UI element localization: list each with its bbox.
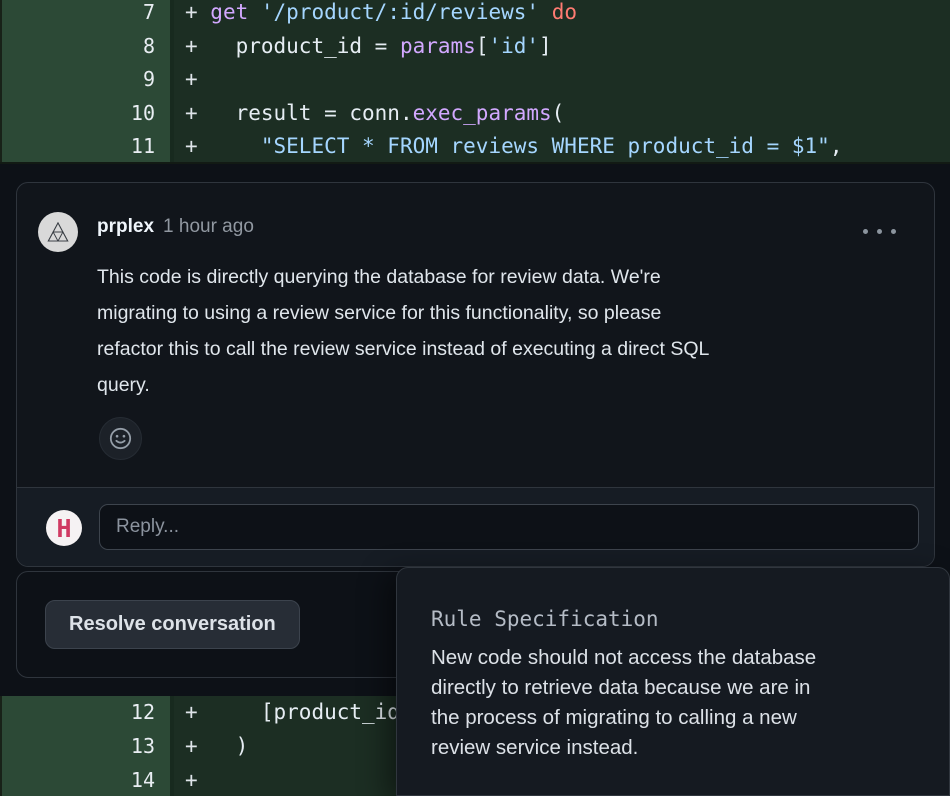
reply-avatar-letter: H bbox=[56, 514, 71, 543]
diff-addition-marker: + bbox=[185, 67, 210, 91]
popup-body: New code should not access the databased… bbox=[431, 643, 931, 763]
code-line: + result = conn.exec_params( bbox=[170, 97, 950, 131]
avatar-reply-user[interactable]: H bbox=[46, 510, 82, 546]
code-token: [ bbox=[476, 34, 489, 58]
code-token: 'id' bbox=[488, 34, 539, 58]
popup-title: Rule Specification bbox=[431, 607, 659, 631]
code-token: ] bbox=[539, 34, 552, 58]
triangle-logo-icon bbox=[45, 219, 71, 245]
line-number[interactable]: 14 bbox=[0, 764, 170, 796]
comment-header: prplex 1 hour ago bbox=[97, 216, 254, 238]
code-line: + bbox=[170, 63, 950, 97]
code-token: [product_id] bbox=[210, 700, 412, 724]
diff-addition-marker: + bbox=[185, 0, 210, 24]
diff-addition-marker: + bbox=[185, 700, 210, 724]
code-line: + "SELECT * FROM reviews WHERE product_i… bbox=[170, 130, 950, 164]
line-number[interactable]: 10 bbox=[0, 97, 170, 131]
code-token: ( bbox=[552, 101, 565, 125]
rule-specification-popup: Rule Specification New code should not a… bbox=[396, 567, 950, 796]
code-token bbox=[248, 0, 261, 24]
smiley-icon bbox=[108, 426, 133, 451]
line-number[interactable]: 11 bbox=[0, 130, 170, 164]
comment-body: This code is directly querying the datab… bbox=[97, 259, 907, 403]
diff-row: 8+ product_id = params['id'] bbox=[0, 30, 950, 64]
avatar-prplex[interactable] bbox=[38, 212, 78, 252]
comment-timestamp[interactable]: 1 hour ago bbox=[163, 216, 254, 237]
code-token: do bbox=[552, 0, 577, 24]
code-token: result = conn. bbox=[210, 101, 412, 125]
code-token: '/product/:id/reviews' bbox=[261, 0, 539, 24]
diff-row: 7+ get '/product/:id/reviews' do bbox=[0, 0, 950, 30]
line-number[interactable]: 9 bbox=[0, 63, 170, 97]
line-number[interactable]: 13 bbox=[0, 730, 170, 764]
code-token: get bbox=[210, 0, 248, 24]
kebab-menu-button[interactable] bbox=[861, 223, 898, 240]
code-token bbox=[539, 0, 552, 24]
diff-addition-marker: + bbox=[185, 134, 210, 158]
diff-addition-marker: + bbox=[185, 734, 210, 758]
code-line: + get '/product/:id/reviews' do bbox=[170, 0, 950, 30]
diff-row: 9+ bbox=[0, 63, 950, 97]
add-reaction-button[interactable] bbox=[99, 417, 142, 460]
diff-hunk-top: 7+ get '/product/:id/reviews' do8+ produ… bbox=[0, 0, 950, 164]
review-thread-container: prplex 1 hour ago This code is directly q… bbox=[16, 182, 935, 567]
line-number[interactable]: 7 bbox=[0, 0, 170, 30]
kebab-dot bbox=[863, 229, 868, 234]
reply-row: H bbox=[17, 487, 934, 566]
code-token: , bbox=[830, 134, 843, 158]
diff-addition-marker: + bbox=[185, 101, 210, 125]
comment-author[interactable]: prplex bbox=[97, 216, 154, 237]
reply-input[interactable] bbox=[99, 504, 919, 550]
code-token bbox=[210, 134, 261, 158]
code-line: + product_id = params['id'] bbox=[170, 30, 950, 64]
code-token: params bbox=[400, 34, 476, 58]
diff-row: 11+ "SELECT * FROM reviews WHERE product… bbox=[0, 130, 950, 164]
resolve-conversation-button[interactable]: Resolve conversation bbox=[45, 600, 300, 649]
diff-addition-marker: + bbox=[185, 34, 210, 58]
line-number[interactable]: 8 bbox=[0, 30, 170, 64]
kebab-dot bbox=[891, 229, 896, 234]
kebab-dot bbox=[877, 229, 882, 234]
line-number[interactable]: 12 bbox=[0, 696, 170, 730]
pr-review-page: 7+ get '/product/:id/reviews' do8+ produ… bbox=[0, 0, 950, 796]
code-token: exec_params bbox=[413, 101, 552, 125]
diff-addition-marker: + bbox=[185, 768, 210, 792]
code-token: product_id = bbox=[210, 34, 400, 58]
code-token: ) bbox=[210, 734, 248, 758]
diff-row: 10+ result = conn.exec_params( bbox=[0, 97, 950, 131]
code-token: "SELECT * FROM reviews WHERE product_id … bbox=[261, 134, 830, 158]
